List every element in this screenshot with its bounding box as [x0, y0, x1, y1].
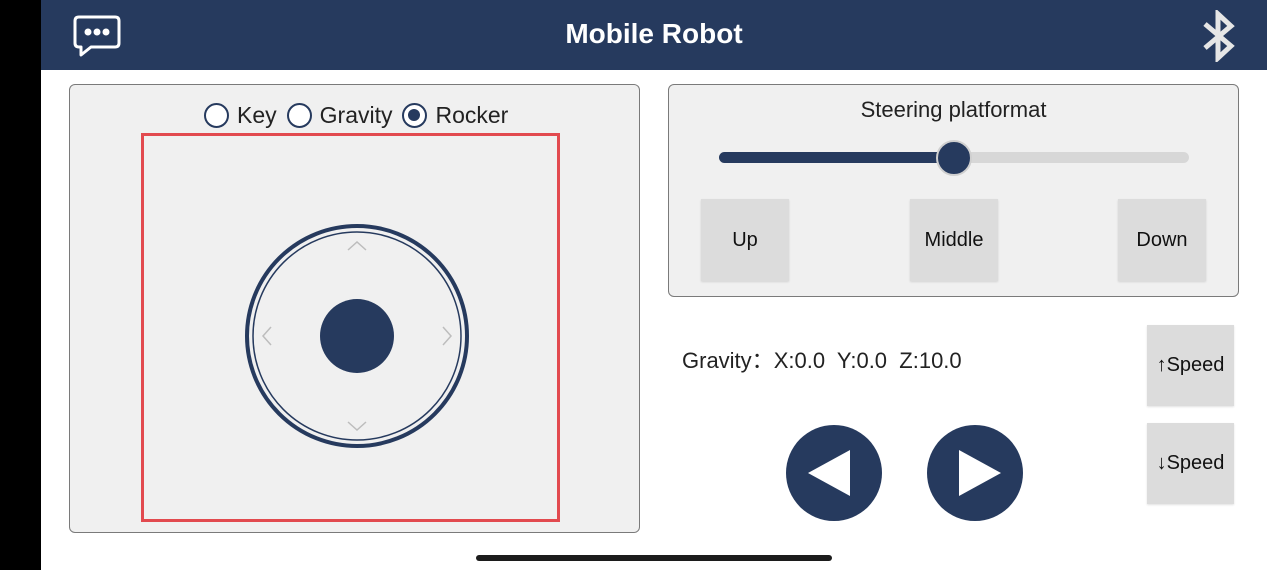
rocker-area [141, 133, 560, 522]
speed-up-button[interactable]: ↑Speed [1147, 325, 1234, 406]
steering-down-button[interactable]: Down [1118, 199, 1206, 281]
mode-radio-gravity[interactable]: Gravity [286, 101, 393, 129]
triangle-left-icon [808, 450, 850, 496]
page-title: Mobile Robot [565, 18, 743, 49]
joystick-knob [320, 299, 394, 373]
mode-selector: Key Gravity Rocker [204, 101, 518, 129]
gravity-y: Y:0.0 [836, 348, 888, 373]
radio-unselected-icon [286, 102, 312, 128]
slider-fill [719, 152, 954, 163]
gravity-readout: Gravity：X:0.0 Y:0.0 Z:10.0 [682, 343, 962, 375]
chevron-down-icon [347, 421, 367, 432]
steering-middle-button[interactable]: Middle [910, 199, 998, 281]
radio-unselected-icon [204, 102, 229, 128]
mode-radio-rocker[interactable]: Rocker [402, 102, 508, 129]
radio-selected-icon [402, 102, 428, 128]
home-indicator [476, 555, 832, 561]
control-panel: Key Gravity Rocker [69, 84, 640, 533]
mode-label-key: Key [237, 101, 277, 128]
joystick[interactable] [245, 224, 469, 448]
steering-slider[interactable] [719, 140, 1189, 176]
app-header: Mobile Robot [41, 0, 1267, 70]
app-window: Mobile Robot Key Gravity Rocker Steering… [41, 0, 1267, 570]
mode-radio-key[interactable]: Key [204, 102, 277, 129]
turn-left-button[interactable] [786, 425, 882, 521]
slider-thumb[interactable] [936, 140, 972, 176]
gravity-label: Gravity： [682, 348, 774, 373]
bluetooth-icon[interactable] [1199, 8, 1239, 64]
steering-title: Steering platformat [860, 97, 1047, 122]
chevron-right-icon [442, 326, 453, 346]
triangle-right-icon [959, 450, 1001, 496]
mode-label-rocker: Rocker [435, 101, 509, 128]
gravity-z: Z:10.0 [899, 348, 962, 373]
steering-up-button[interactable]: Up [701, 199, 789, 281]
speed-down-button[interactable]: ↓Speed [1147, 423, 1234, 504]
steering-panel: Steering platformat Up Middle Down [668, 84, 1239, 297]
turn-right-button[interactable] [927, 425, 1023, 521]
chevron-up-icon [347, 240, 367, 251]
chevron-left-icon [261, 326, 272, 346]
gravity-x: X:0.0 [773, 348, 826, 373]
mode-label-gravity: Gravity [319, 101, 393, 128]
